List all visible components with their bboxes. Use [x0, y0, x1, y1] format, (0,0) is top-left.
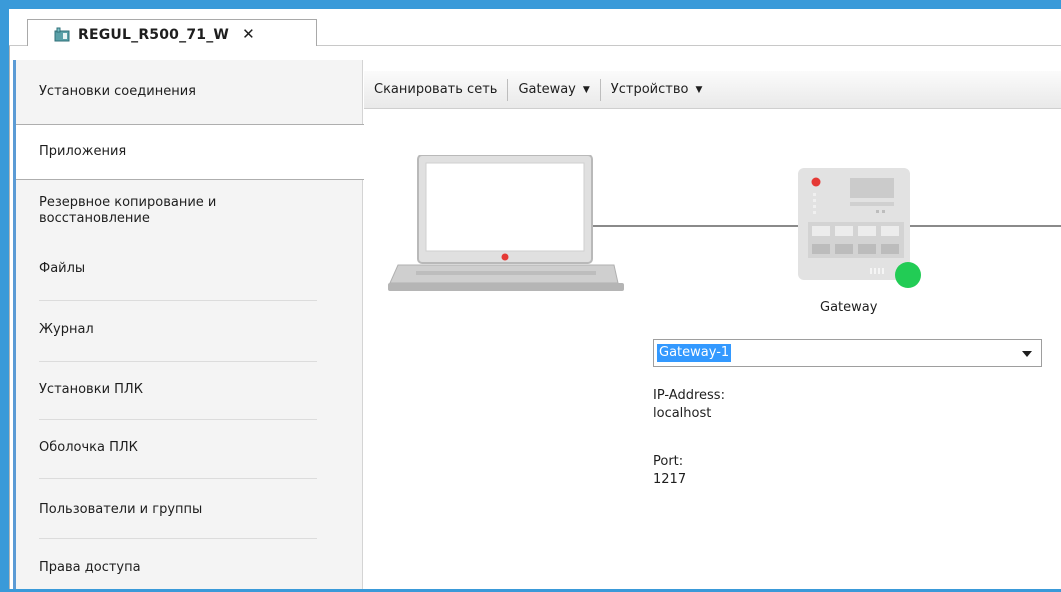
- sidebar-item-plc-shell[interactable]: Оболочка ПЛК: [16, 424, 362, 472]
- sidebar-item-log[interactable]: Журнал: [16, 306, 362, 354]
- scan-network-label: Сканировать сеть: [374, 82, 498, 97]
- sidebar-item-label: Журнал: [39, 322, 94, 337]
- port-label: Port:: [653, 454, 684, 469]
- sidebar-item-label: Резервное копирование и восстановление: [39, 195, 217, 226]
- sidebar-divider: [39, 538, 317, 539]
- gateway-select[interactable]: Gateway-1: [653, 339, 1042, 367]
- ip-address-label: IP-Address:: [653, 388, 725, 403]
- port-value: 1217: [653, 472, 687, 487]
- chevron-down-icon: ▼: [695, 84, 703, 95]
- gateway-label: Gateway: [820, 300, 878, 315]
- document-tab[interactable]: REGUL_R500_71_W ✕: [27, 19, 317, 49]
- editor-sidebar: Установки соединения Приложения Резервно…: [13, 60, 364, 592]
- device-icon: [54, 27, 70, 43]
- gateway-device-icon[interactable]: [798, 168, 924, 288]
- gateway-select-value: Gateway-1: [657, 344, 732, 362]
- ip-address-value: localhost: [653, 406, 712, 421]
- tab-title: REGUL_R500_71_W: [78, 26, 230, 43]
- sidebar-divider: [39, 419, 317, 420]
- communication-toolbar: Сканировать сеть Gateway ▼ Устройство ▼: [364, 71, 1061, 109]
- sidebar-item-connection-settings[interactable]: Установки соединения: [16, 68, 362, 116]
- sidebar-item-plc-settings[interactable]: Установки ПЛК: [16, 366, 362, 414]
- sidebar-item-backup-restore[interactable]: Резервное копирование и восстановление: [16, 182, 362, 240]
- sidebar-item-applications[interactable]: Приложения: [16, 124, 364, 180]
- device-menu-button[interactable]: Устройство ▼: [601, 78, 713, 102]
- sidebar-item-label: Права доступа: [39, 560, 141, 575]
- chevron-down-icon: ▼: [582, 84, 590, 95]
- sidebar-item-files[interactable]: Файлы: [16, 248, 362, 290]
- status-indicator: [895, 262, 921, 288]
- chevron-down-icon[interactable]: [1022, 351, 1032, 357]
- sidebar-divider: [39, 478, 317, 479]
- sidebar-item-label: Установки соединения: [39, 84, 196, 99]
- sidebar-divider: [39, 300, 317, 301]
- sidebar-item-label: Приложения: [39, 144, 127, 159]
- sidebar-item-access-rights[interactable]: Права доступа: [16, 544, 362, 592]
- sidebar-item-users-groups[interactable]: Пользователи и группы: [16, 484, 362, 536]
- scan-network-button[interactable]: Сканировать сеть: [364, 78, 507, 102]
- document-tab-strip: REGUL_R500_71_W ✕: [9, 9, 1061, 49]
- gateway-menu-label: Gateway: [518, 82, 576, 97]
- sidebar-item-label: Файлы: [39, 261, 86, 276]
- gateway-menu-button[interactable]: Gateway ▼: [508, 78, 599, 102]
- sidebar-divider: [39, 361, 317, 362]
- device-menu-label: Устройство: [610, 82, 689, 97]
- sidebar-item-label: Пользователи и группы: [39, 502, 203, 517]
- sidebar-item-label: Установки ПЛК: [39, 382, 143, 397]
- close-icon[interactable]: ✕: [242, 27, 255, 42]
- laptop-icon: [388, 154, 624, 293]
- sidebar-item-label: Оболочка ПЛК: [39, 440, 138, 455]
